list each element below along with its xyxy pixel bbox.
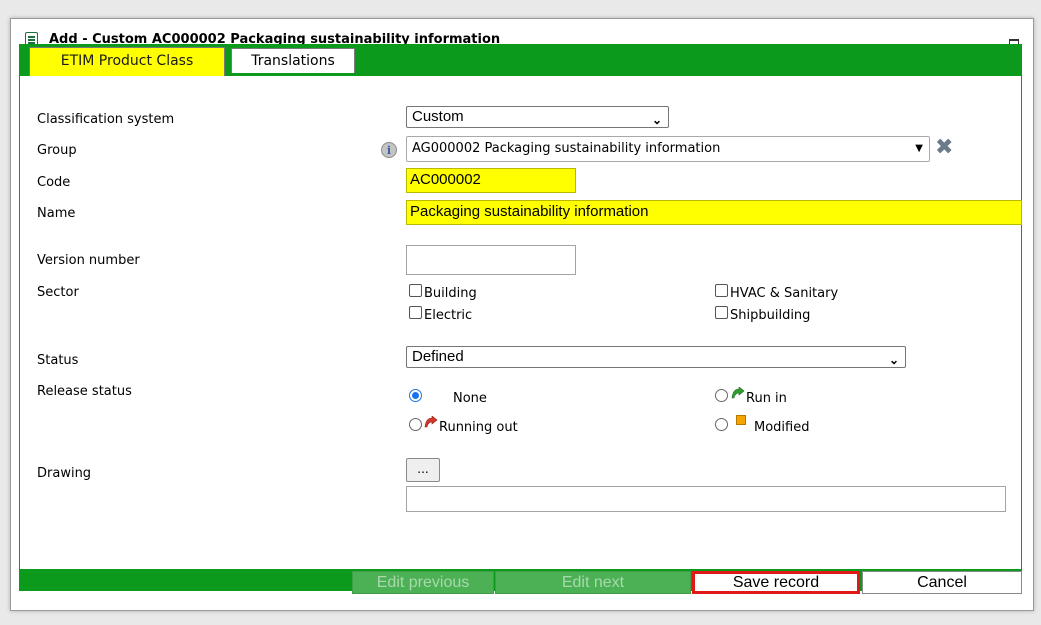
running-out-icon (424, 416, 438, 428)
radio-running-out-label: Running out (439, 420, 518, 435)
group-select[interactable]: AG000002 Packaging sustainability inform… (406, 136, 930, 162)
dropdown-arrow-icon: ▼ (915, 143, 923, 154)
save-record-button[interactable]: Save record (692, 571, 860, 594)
checkbox-building[interactable] (409, 284, 422, 297)
checkbox-shipbuilding-label: Shipbuilding (730, 308, 811, 323)
edit-previous-button[interactable]: Edit previous (352, 571, 494, 594)
chevron-down-icon: ⌄ (888, 353, 899, 367)
status-select[interactable]: Defined ⌄ (406, 346, 906, 368)
radio-none[interactable] (409, 389, 422, 402)
radio-none-label: None (453, 391, 487, 406)
checkbox-hvac-sanitary-label: HVAC & Sanitary (730, 286, 839, 301)
code-label: Code (37, 175, 71, 190)
code-field[interactable]: AC000002 (406, 168, 576, 193)
version-number-field[interactable] (406, 245, 576, 275)
group-label: Group (37, 143, 77, 158)
run-in-icon (731, 387, 745, 399)
status-label: Status (37, 353, 79, 368)
name-label: Name (37, 206, 76, 221)
cancel-button[interactable]: Cancel (862, 571, 1022, 594)
checkbox-electric-label: Electric (424, 308, 473, 323)
edit-next-button[interactable]: Edit next (495, 571, 691, 594)
form-panel: Classification system Custom ⌄ Group i A… (19, 76, 1022, 569)
browse-button[interactable]: ... (406, 458, 440, 482)
sector-label: Sector (37, 285, 79, 300)
info-icon[interactable]: i (381, 142, 397, 158)
modified-icon (736, 415, 746, 425)
drawing-field[interactable] (406, 486, 1006, 512)
name-field[interactable]: Packaging sustainability information (406, 200, 1022, 225)
checkbox-building-label: Building (424, 286, 477, 301)
radio-modified-label: Modified (754, 420, 810, 435)
checkbox-electric[interactable] (409, 306, 422, 319)
release-status-label: Release status (37, 384, 132, 399)
chevron-down-icon: ⌄ (651, 113, 662, 127)
tab-translations[interactable]: Translations (231, 48, 355, 73)
tab-etim-product-class[interactable]: ETIM Product Class (29, 47, 225, 76)
footer-bar: Edit previous Edit next Save record Canc… (19, 569, 1022, 594)
radio-run-in[interactable] (715, 389, 728, 402)
radio-run-in-label: Run in (746, 391, 787, 406)
classification-system-select[interactable]: Custom ⌄ (406, 106, 669, 128)
checkbox-shipbuilding[interactable] (715, 306, 728, 319)
classification-system-label: Classification system (37, 112, 175, 127)
version-number-label: Version number (37, 253, 140, 268)
radio-modified[interactable] (715, 418, 728, 431)
checkbox-hvac-sanitary[interactable] (715, 284, 728, 297)
radio-running-out[interactable] (409, 418, 422, 431)
clear-icon[interactable]: ✖ (935, 137, 953, 159)
drawing-label: Drawing (37, 466, 92, 481)
tab-bar: ETIM Product Class Translations (19, 44, 1022, 76)
